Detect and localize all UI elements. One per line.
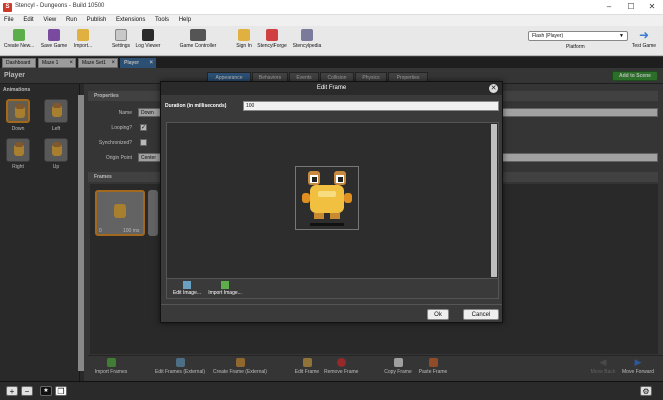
stencylpedia-label: Stencylpedia bbox=[292, 43, 322, 49]
menu-view[interactable]: View bbox=[39, 15, 60, 26]
menu-file[interactable]: File bbox=[0, 15, 18, 26]
ok-button[interactable]: Ok bbox=[427, 309, 449, 320]
edit-image-button[interactable]: Edit Image... bbox=[171, 281, 203, 296]
menu-extensions[interactable]: Extensions bbox=[112, 15, 149, 26]
canvas-scrollbar[interactable] bbox=[491, 124, 497, 277]
menu-run[interactable]: Run bbox=[62, 15, 81, 26]
add-button[interactable]: + bbox=[6, 386, 18, 396]
create-new-label: Create New... bbox=[3, 43, 35, 49]
player-sprite-image bbox=[302, 171, 352, 226]
key-icon bbox=[238, 29, 250, 41]
stencylpedia-button[interactable]: Stencylpedia bbox=[290, 29, 324, 49]
main-toolbar: Create New... Save Game Import... Settin… bbox=[0, 26, 663, 56]
window-title: Stencyl - Dungeons - Build 10500 bbox=[15, 3, 105, 9]
title-bar: S Stencyl - Dungeons - Build 10500 – ☐ ✕ bbox=[0, 0, 663, 15]
menu-help[interactable]: Help bbox=[175, 15, 195, 26]
app-logo-icon: S bbox=[3, 3, 12, 12]
target-platform-select[interactable]: Flash (Player) ▼ bbox=[528, 31, 628, 41]
dialog-title: Edit Frame bbox=[161, 82, 502, 95]
sign-in-button[interactable]: Sign In bbox=[234, 29, 254, 49]
stencylforge-icon bbox=[266, 29, 278, 41]
minimize-button[interactable]: – bbox=[598, 1, 620, 13]
gear-icon[interactable]: ⚙ bbox=[640, 386, 652, 396]
arrow-right-icon: ➜ bbox=[638, 28, 650, 42]
dialog-footer: Ok Cancel bbox=[161, 304, 502, 322]
import-image-label: Import Image... bbox=[208, 290, 242, 296]
cancel-button[interactable]: Cancel bbox=[463, 309, 499, 320]
save-icon bbox=[48, 29, 60, 41]
game-controller-button[interactable]: Game Controller bbox=[177, 29, 219, 49]
game-controller-label: Game Controller bbox=[179, 43, 217, 49]
save-game-label: Save Game bbox=[40, 43, 68, 49]
import-image-button[interactable]: Import Image... bbox=[205, 281, 245, 296]
settings-button[interactable]: Settings bbox=[109, 29, 133, 49]
platform-label: Platform bbox=[566, 44, 585, 50]
maximize-button[interactable]: ☐ bbox=[620, 1, 642, 13]
duration-input[interactable]: 100 bbox=[243, 101, 499, 111]
log-viewer-label: Log Viewer bbox=[135, 43, 161, 49]
stencylforge-label: StencylForge bbox=[257, 43, 287, 49]
edit-image-label: Edit Image... bbox=[172, 290, 202, 296]
game-controller-icon bbox=[190, 29, 206, 41]
close-icon[interactable]: ✕ bbox=[489, 84, 498, 93]
edit-image-icon bbox=[183, 281, 191, 289]
frame-sprite bbox=[295, 166, 359, 230]
close-window-button[interactable]: ✕ bbox=[641, 1, 663, 13]
create-new-icon bbox=[13, 29, 25, 41]
menu-bar: File Edit View Run Publish Extensions To… bbox=[0, 15, 663, 26]
settings-icon bbox=[115, 29, 127, 41]
save-game-button[interactable]: Save Game bbox=[38, 29, 70, 49]
remove-button[interactable]: − bbox=[21, 386, 33, 396]
chevron-down-icon: ▼ bbox=[619, 33, 624, 39]
duration-label: Duration (in milliseconds) bbox=[165, 103, 227, 109]
import-button[interactable]: Import... bbox=[70, 29, 96, 49]
log-viewer-icon bbox=[142, 29, 154, 41]
star-icon[interactable]: ★ bbox=[40, 386, 52, 396]
create-new-button[interactable]: Create New... bbox=[2, 29, 36, 49]
import-image-icon bbox=[221, 281, 229, 289]
status-bar: + − ★ ❐ ⚙ bbox=[0, 381, 663, 400]
sign-in-label: Sign In bbox=[236, 43, 252, 49]
log-viewer-button[interactable]: Log Viewer bbox=[134, 29, 162, 49]
test-game-label: Test Game bbox=[631, 43, 657, 49]
import-icon bbox=[77, 29, 89, 41]
stencylpedia-icon bbox=[301, 29, 313, 41]
image-tools: Edit Image... Import Image... bbox=[166, 279, 499, 299]
menu-edit[interactable]: Edit bbox=[19, 15, 37, 26]
stencylforge-button[interactable]: StencylForge bbox=[255, 29, 289, 49]
test-game-button[interactable]: ➜ Test Game bbox=[630, 29, 658, 49]
target-platform-value: Flash (Player) bbox=[532, 33, 564, 39]
menu-publish[interactable]: Publish bbox=[83, 15, 111, 26]
menu-tools[interactable]: Tools bbox=[151, 15, 173, 26]
settings-label: Settings bbox=[111, 43, 131, 49]
import-label: Import... bbox=[73, 43, 93, 49]
layers-icon[interactable]: ❐ bbox=[55, 386, 67, 396]
